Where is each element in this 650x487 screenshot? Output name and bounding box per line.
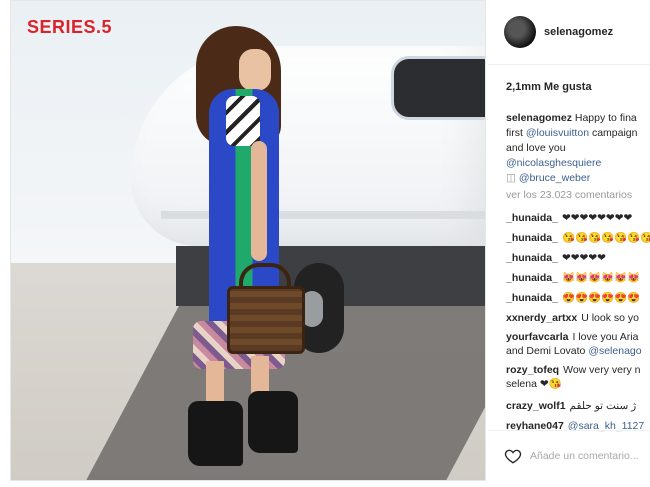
comment-text: 😻😻😻😻😻😻 <box>561 272 641 284</box>
add-comment-input[interactable] <box>530 445 648 467</box>
comment-text: ❤❤❤❤❤ <box>561 252 606 264</box>
comment-username[interactable]: xxnerdy_artxx <box>506 312 577 324</box>
comment-text: U look so yo <box>581 312 639 324</box>
caption-text: campaign <box>589 127 638 139</box>
avatar[interactable] <box>504 16 536 48</box>
camera-icon: ◫ <box>506 172 516 184</box>
comment: _hunaida_ ❤❤❤❤❤ <box>506 248 650 268</box>
mention-link[interactable]: @selenago <box>588 345 641 357</box>
post-caption: selenagomez Happy to fina first @louisvu… <box>506 111 650 186</box>
comment-username[interactable]: rozy_tofeq <box>506 364 559 376</box>
jet-window <box>391 56 485 120</box>
mention-link[interactable]: @nicolasghesquiere <box>506 157 601 169</box>
profile-username[interactable]: selenagomez <box>544 26 613 38</box>
comment-username[interactable]: _hunaida_ <box>506 272 558 284</box>
comment: _hunaida_ 😘😘😘😘😘😘😘 <box>506 228 650 248</box>
caption-text: Happy to fina <box>574 112 637 124</box>
comment-username[interactable]: _hunaida_ <box>506 252 558 264</box>
post-header: selenagomez <box>488 0 650 65</box>
comment-text: and Demi Lovato <box>506 345 589 357</box>
comment-username[interactable]: yourfavcarla <box>506 331 568 343</box>
comment: _hunaida_ 😻😻😻😻😻😻 <box>506 268 650 288</box>
comment: rozy_tofeq Wow very very n selena ❤😘 <box>506 363 650 391</box>
add-comment-bar <box>488 430 650 487</box>
comment: crazy_wolf1 ژ سنت تو حلقم <box>506 396 650 416</box>
heart-icon[interactable] <box>504 447 522 465</box>
caption-text: first <box>506 127 526 139</box>
comment: xxnerdy_artxx U look so yo <box>506 308 650 328</box>
brand-logo: SERIES.5 <box>27 17 113 37</box>
comment-text: ❤❤❤❤❤❤❤❤ <box>561 212 633 224</box>
comment-username[interactable]: _hunaida_ <box>506 232 558 244</box>
comment-text: I love you Aria <box>572 331 639 343</box>
comment-text: 😘😘😘😘😘😘😘 <box>561 232 650 244</box>
comment-text: selena ❤😘 <box>506 378 562 390</box>
post-photo[interactable]: SERIES.5 <box>10 0 486 481</box>
model-arm <box>251 141 267 261</box>
mention-link[interactable]: @louisvuitton <box>526 127 589 139</box>
likes-count[interactable]: 2,1mm Me gusta <box>506 81 592 93</box>
boot-left <box>188 401 243 466</box>
caption-username[interactable]: selenagomez <box>506 112 572 124</box>
model-face <box>239 49 271 91</box>
comment: yourfavcarla I love you Aria and Demi Lov… <box>506 330 650 358</box>
dress-sleeve <box>226 96 260 146</box>
comment-username[interactable]: _hunaida_ <box>506 292 558 304</box>
comment-username[interactable]: _hunaida_ <box>506 212 558 224</box>
caption-text: and love you <box>506 142 566 154</box>
comment-text: ژ سنت تو حلقم <box>569 400 637 412</box>
boot-right <box>248 391 298 453</box>
mention-link[interactable]: @bruce_weber <box>519 172 590 184</box>
comment-text: Wow very very n <box>563 364 641 376</box>
post-sidebar: selenagomez 2,1mm Me gusta selenagomez H… <box>488 0 650 487</box>
comments-list: _hunaida_ ❤❤❤❤❤❤❤❤ _hunaida_ 😘😘😘😘😘😘😘 _huna… <box>506 208 650 436</box>
comment: _hunaida_ 😍😍😍😍😍😍 <box>506 288 650 308</box>
comment: _hunaida_ ❤❤❤❤❤❤❤❤ <box>506 208 650 228</box>
comment-username[interactable]: crazy_wolf1 <box>506 400 566 412</box>
handbag <box>227 286 305 354</box>
view-all-comments-link[interactable]: ver los 23.023 comentarios <box>506 189 632 201</box>
comment-text: 😍😍😍😍😍😍 <box>561 292 641 304</box>
